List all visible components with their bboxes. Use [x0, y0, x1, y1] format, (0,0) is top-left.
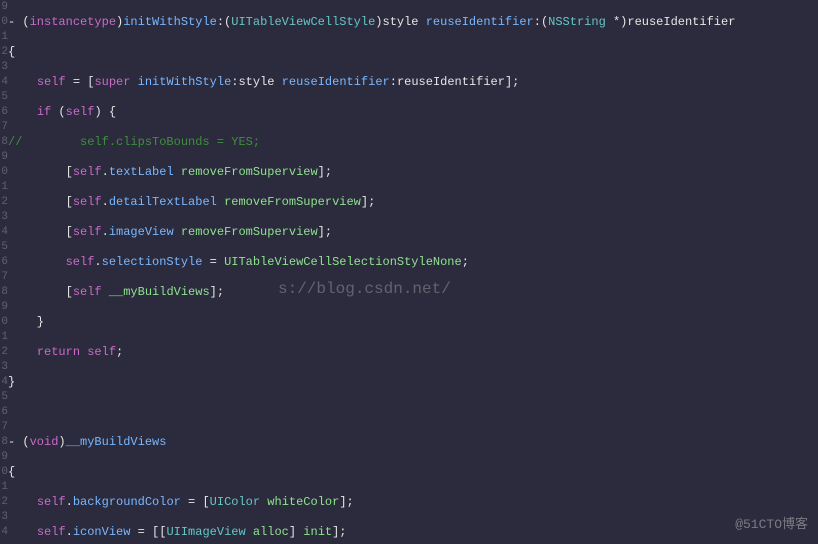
code-line: self = [super initWithStyle:style reuseI…	[8, 75, 818, 90]
line-number: 4	[0, 525, 8, 540]
line-number: 3	[0, 60, 8, 75]
line-number: 9	[0, 0, 8, 15]
line-number: 4	[0, 225, 8, 240]
line-number: 2	[0, 195, 8, 210]
line-number: 8	[0, 135, 8, 150]
line-number: 3	[0, 360, 8, 375]
line-number: 6	[0, 405, 8, 420]
line-number: 5	[0, 240, 8, 255]
line-number: 6	[0, 255, 8, 270]
code-line: [self __myBuildViews];	[8, 285, 818, 300]
line-number: 4	[0, 375, 8, 390]
line-number: 1	[0, 480, 8, 495]
line-number: 1	[0, 30, 8, 45]
code-line: // self.clipsToBounds = YES;	[8, 135, 818, 150]
line-number: 6	[0, 105, 8, 120]
code-line: self.backgroundColor = [UIColor whiteCol…	[8, 495, 818, 510]
line-number: 2	[0, 495, 8, 510]
line-number: 9	[0, 150, 8, 165]
code-line: [self.detailTextLabel removeFromSupervie…	[8, 195, 818, 210]
code-line: {	[8, 465, 818, 480]
line-number: 9	[0, 300, 8, 315]
code-line: - (void)__myBuildViews	[8, 435, 818, 450]
code-line	[8, 405, 818, 420]
code-area[interactable]: - (instancetype)initWithStyle:(UITableVi…	[8, 0, 818, 544]
line-number: 7	[0, 420, 8, 435]
line-number: 7	[0, 270, 8, 285]
line-number: 1	[0, 180, 8, 195]
code-line: {	[8, 45, 818, 60]
code-line: return self;	[8, 345, 818, 360]
line-number: 3	[0, 210, 8, 225]
line-number: 1	[0, 330, 8, 345]
line-number: 2	[0, 345, 8, 360]
code-editor: 901234567890123456789012345678901234 - (…	[0, 0, 818, 544]
watermark-51cto: @51CTO博客	[735, 517, 808, 532]
line-number: 5	[0, 90, 8, 105]
line-number: 9	[0, 450, 8, 465]
line-number: 2	[0, 45, 8, 60]
line-number: 8	[0, 285, 8, 300]
line-number: 3	[0, 510, 8, 525]
code-line: }	[8, 375, 818, 390]
line-number: 0	[0, 465, 8, 480]
line-number: 0	[0, 165, 8, 180]
code-line: }	[8, 315, 818, 330]
code-line: if (self) {	[8, 105, 818, 120]
code-line: self.selectionStyle = UITableViewCellSel…	[8, 255, 818, 270]
line-number: 7	[0, 120, 8, 135]
line-number: 0	[0, 315, 8, 330]
code-line: [self.textLabel removeFromSuperview];	[8, 165, 818, 180]
line-number: 0	[0, 15, 8, 30]
line-number-gutter: 901234567890123456789012345678901234	[0, 0, 8, 544]
line-number: 4	[0, 75, 8, 90]
line-number: 5	[0, 390, 8, 405]
code-line: self.iconView = [[UIImageView alloc] ini…	[8, 525, 818, 540]
code-line: [self.imageView removeFromSuperview];	[8, 225, 818, 240]
line-number: 8	[0, 435, 8, 450]
code-line: - (instancetype)initWithStyle:(UITableVi…	[8, 15, 818, 30]
